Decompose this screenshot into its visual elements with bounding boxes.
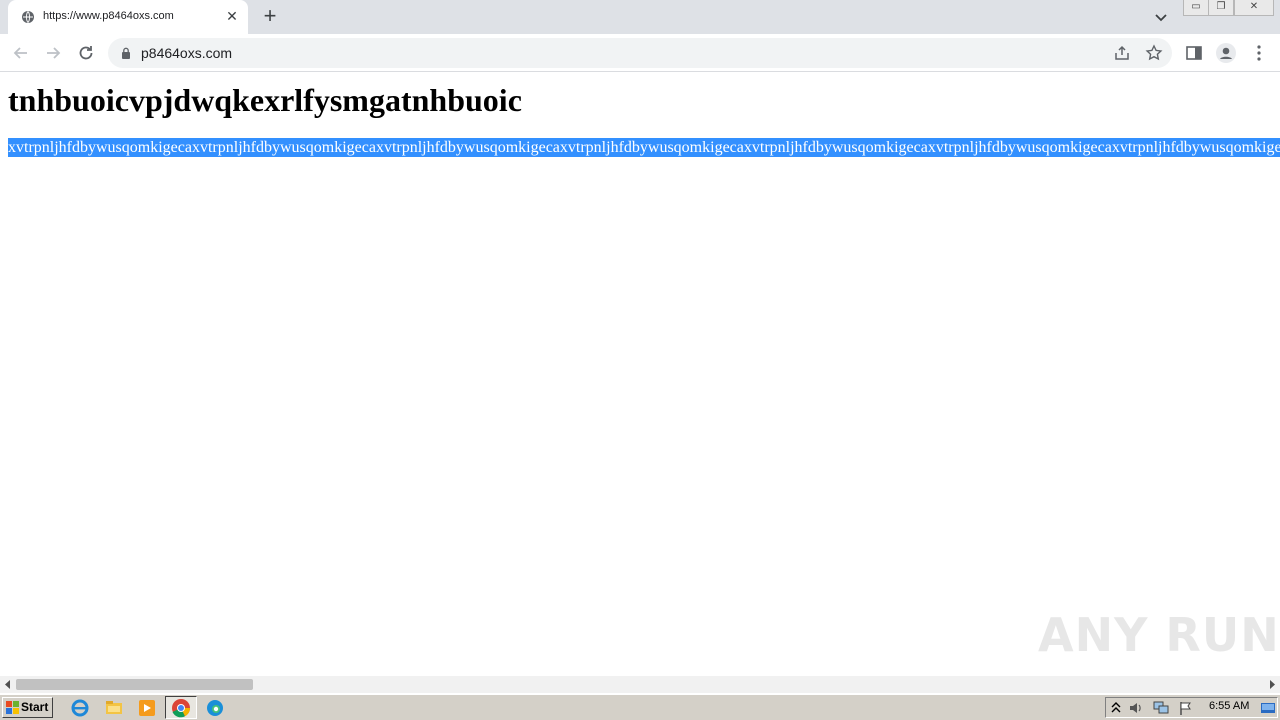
new-tab-button[interactable]: + [259,5,281,28]
tab-title: https://www.p8464oxs.com [43,10,174,22]
scroll-right-icon[interactable] [1268,680,1276,689]
horizontal-scrollbar[interactable] [0,676,1280,693]
edge-icon[interactable] [205,698,225,718]
restore-button[interactable]: ❐ [1208,0,1234,16]
taskbar: Start 6:55 AM [0,694,1280,720]
minimize-button[interactable]: ▭ [1183,0,1209,16]
close-window-button[interactable]: ✕ [1234,0,1274,16]
page-content: tnhbuoicvpjdwqkexrlfysmgatnhbuoic xvtrpn… [0,72,1280,676]
side-panel-icon[interactable] [1183,42,1205,64]
share-icon[interactable] [1113,44,1131,62]
media-player-icon[interactable] [137,698,157,718]
tab-close-icon[interactable]: ✕ [224,8,240,24]
system-tray [1105,697,1278,718]
globe-icon [22,11,34,23]
profile-icon[interactable] [1215,42,1237,64]
star-icon[interactable] [1145,44,1163,62]
selected-text[interactable]: xvtrpnljhfdbywusqomkigecaxvtrpnljhfdbywu… [8,138,1280,157]
show-desktop-icon[interactable] [1260,701,1276,715]
speaker-icon[interactable] [1128,701,1144,715]
scrollbar-thumb[interactable] [16,679,253,690]
file-explorer-icon[interactable] [104,698,124,718]
url-text[interactable]: p8464oxs.com [141,45,232,61]
tab-strip: https://www.p8464oxs.com ✕ + ▭ ❐ ✕ [0,0,1280,34]
address-bar[interactable]: p8464oxs.com [108,38,1172,68]
network-icon[interactable] [1153,701,1169,715]
menu-icon[interactable] [1248,42,1270,64]
windows-logo-icon [6,701,19,714]
chrome-icon [172,699,191,718]
back-icon[interactable] [10,42,32,64]
start-label: Start [21,700,49,714]
lock-icon[interactable] [120,47,132,59]
chevron-down-icon[interactable] [1152,8,1170,26]
start-button[interactable]: Start [2,697,53,718]
chrome-taskbar-button[interactable] [165,696,197,719]
scroll-left-icon[interactable] [4,680,12,689]
action-center-flag-icon[interactable] [1178,701,1194,715]
taskbar-clock[interactable]: 6:55 AM [1209,700,1249,712]
browser-toolbar: p8464oxs.com [0,34,1280,72]
browser-tab[interactable]: https://www.p8464oxs.com ✕ [8,0,248,34]
show-hidden-icons-icon[interactable] [1111,702,1121,713]
internet-explorer-icon[interactable] [70,698,90,718]
page-heading: tnhbuoicvpjdwqkexrlfysmgatnhbuoic [8,82,522,118]
forward-icon[interactable] [42,42,64,64]
reload-icon[interactable] [75,42,97,64]
anyrun-watermark: ANY RUN [1038,608,1280,662]
